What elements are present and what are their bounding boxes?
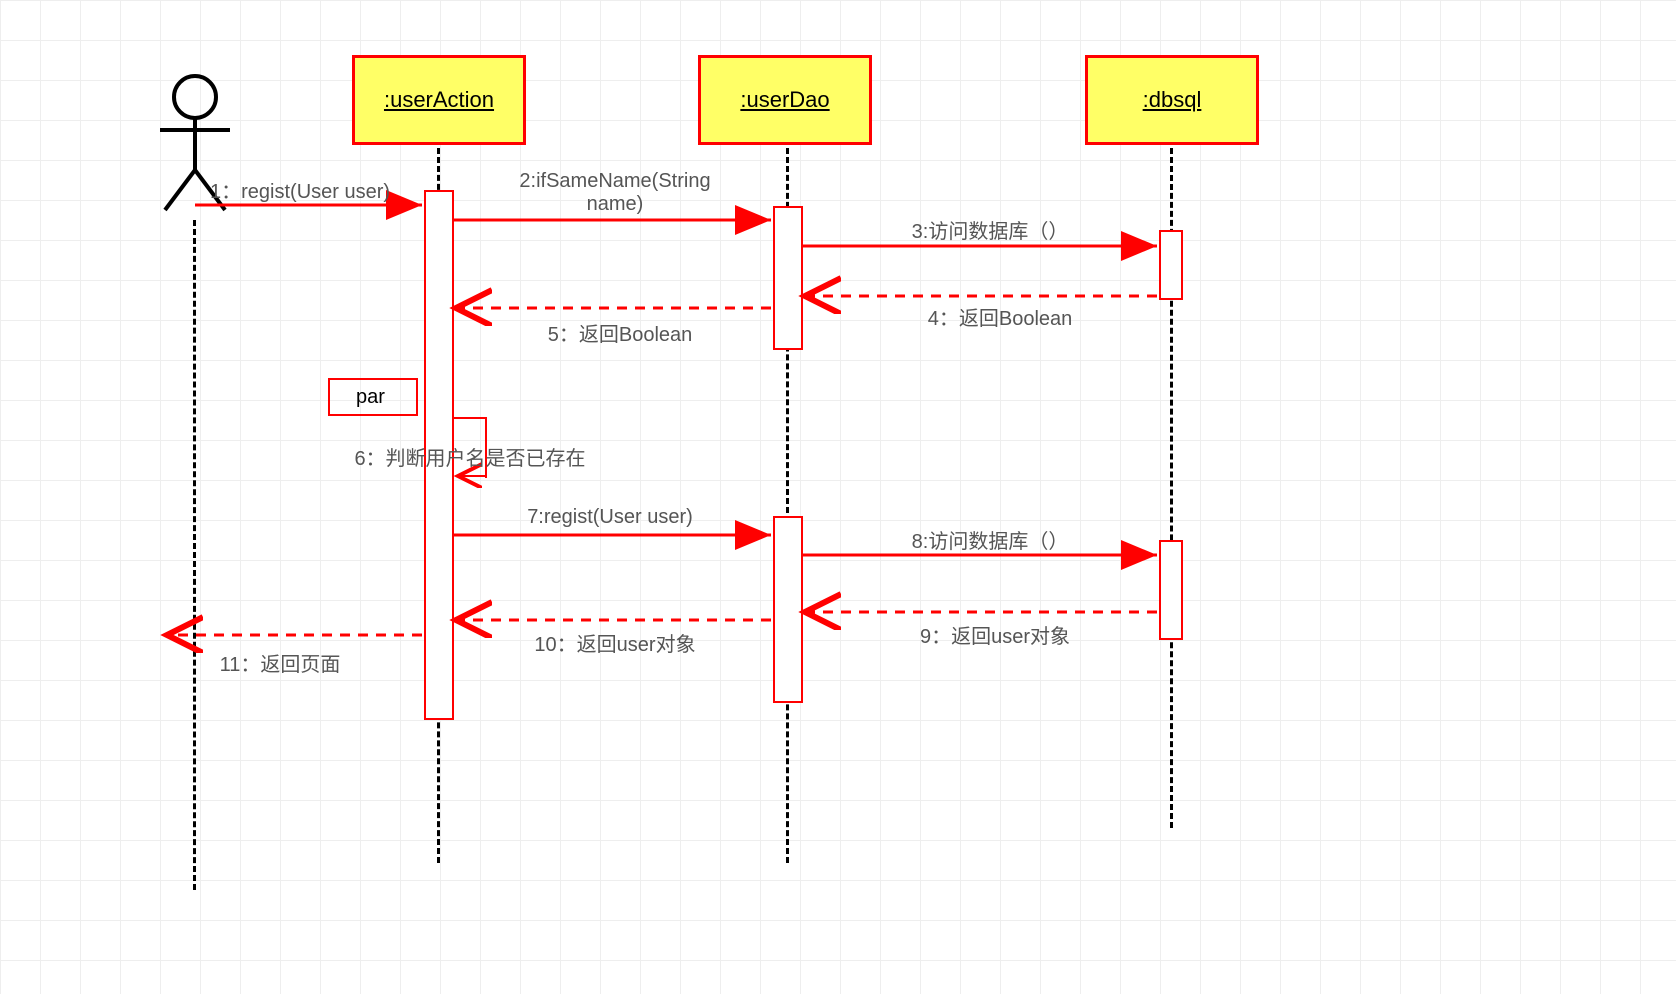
- msg-10: 10：返回user对象: [500, 628, 730, 657]
- msg-3: 3:访问数据库（）: [870, 215, 1110, 244]
- msg-6: 6：判断用户名是否已存在: [330, 442, 610, 471]
- msg-4: 4：返回Boolean: [890, 302, 1110, 331]
- msg-11: 11：返回页面: [195, 648, 365, 677]
- diagram-viewport: :userAction :userDao :dbsql par: [0, 0, 1676, 994]
- msg-9: 9：返回user对象: [880, 620, 1110, 649]
- msg-7: 7:regist(User user): [495, 506, 725, 529]
- msg-2: 2:ifSameName(String name): [500, 170, 730, 216]
- msg-8: 8:访问数据库（）: [870, 525, 1110, 554]
- arrows-layer: [0, 0, 1676, 994]
- msg-1: 1：regist(User user): [210, 175, 390, 204]
- msg-5: 5：返回Boolean: [510, 318, 730, 347]
